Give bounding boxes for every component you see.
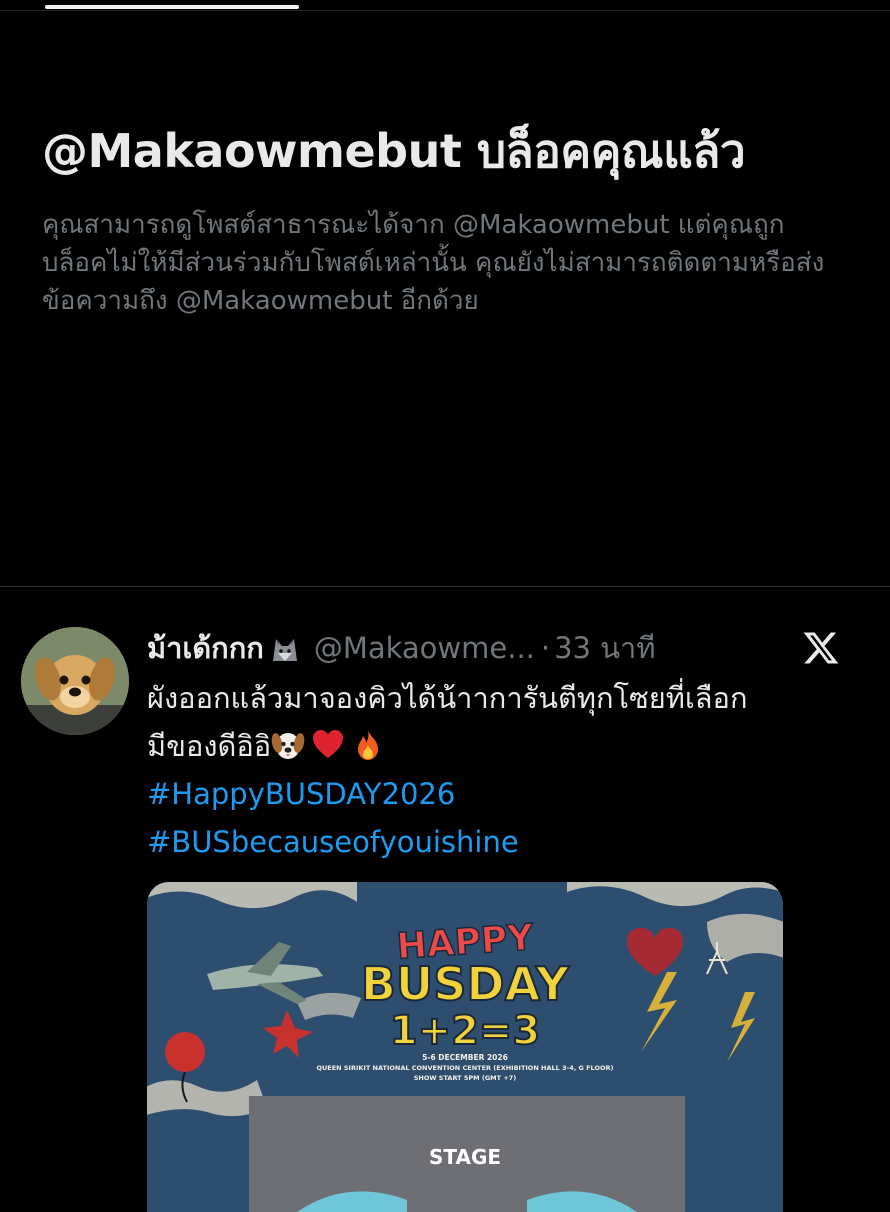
hashtag-busbecauseofyouishine[interactable]: #BUSbecauseofyouishine bbox=[147, 818, 867, 866]
poster-date: 5-6 DECEMBER 2026 bbox=[422, 1053, 508, 1062]
poster-showtime: SHOW START 5PM (GMT +7) bbox=[414, 1074, 517, 1082]
tweet-media-image[interactable]: HAPPY BUSDAY 1+2=3 5-6 DECEMBER 2026 QUE… bbox=[147, 882, 783, 1212]
wolf-emoji-icon bbox=[268, 631, 302, 665]
poster-venue: QUEEN SIRIKIT NATIONAL CONVENTION CENTER… bbox=[316, 1064, 613, 1072]
separator-dot: · bbox=[540, 631, 551, 665]
poster-title-line-3: 1+2=3 bbox=[390, 1008, 541, 1054]
tweet-text-line-2: มีของดีอิอิ bbox=[147, 722, 867, 770]
hashtag-happybusday2026[interactable]: #HappyBUSDAY2026 bbox=[147, 770, 867, 818]
x-logo-icon bbox=[801, 626, 841, 670]
avatar[interactable] bbox=[21, 627, 129, 735]
tweet-text-line-2-text: มีของดีอิอิ bbox=[147, 729, 272, 763]
display-name[interactable]: ม้าเด้กกก bbox=[147, 625, 264, 671]
scroll-indicator bbox=[45, 5, 299, 9]
top-divider bbox=[0, 10, 890, 11]
red-heart-emoji-icon bbox=[313, 730, 344, 758]
puppy-avatar-image bbox=[21, 627, 129, 735]
blocked-title: @Makaowmebut บล็อคคุณแล้ว bbox=[42, 124, 746, 178]
stage-label: STAGE bbox=[429, 1145, 501, 1169]
tweet-text: ผังออกแล้วมาจองคิวได้น้าาการันตีทุกโซยที… bbox=[147, 674, 867, 866]
section-divider bbox=[0, 586, 890, 587]
dog-face-emoji-icon bbox=[271, 733, 305, 759]
blocked-description: คุณสามารถดูโพสต์สาธารณะได้จาก @Makaowmeb… bbox=[42, 210, 825, 316]
user-handle[interactable]: @Makaowme... bbox=[314, 631, 535, 665]
fire-emoji-icon bbox=[358, 730, 379, 760]
poster-title-line-2: BUSDAY bbox=[361, 957, 570, 1011]
post-time[interactable]: 33 นาที bbox=[554, 625, 655, 671]
tweet-header: ม้าเด้กกก @Makaowme... · 33 นาที bbox=[147, 626, 867, 670]
concert-poster: HAPPY BUSDAY 1+2=3 5-6 DECEMBER 2026 QUE… bbox=[147, 882, 783, 1212]
tweet-text-line-1: ผังออกแล้วมาจองคิวได้น้าาการันตีทุกโซยที… bbox=[147, 681, 748, 715]
blocked-notice: @Makaowmebut บล็อคคุณแล้ว คุณสามารถดูโพส… bbox=[42, 118, 842, 320]
